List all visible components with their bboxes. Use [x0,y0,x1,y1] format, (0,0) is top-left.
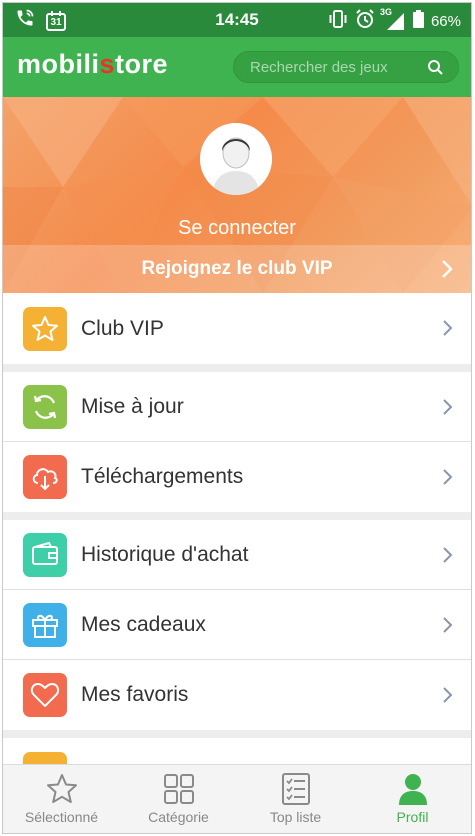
vibrate-icon [328,10,348,32]
chevron-right-icon [442,686,453,709]
app-logo[interactable]: mobilistore [17,49,168,80]
nav-item-selected[interactable]: Sélectionné [3,765,120,833]
menu-item-label: Mise à jour [81,394,184,418]
nav-item-profile[interactable]: Profil [354,765,471,833]
user-avatar-icon [200,123,272,195]
app-header: mobilistore [3,37,471,97]
list-icon [279,772,313,811]
status-bar: 31 14:45 3G 66% [3,3,471,37]
nav-item-top-list[interactable]: Top liste [237,765,354,833]
refresh-icon [23,384,67,429]
menu-item-downloads[interactable]: Téléchargements [3,442,471,512]
nav-item-category[interactable]: Catégorie [120,765,237,833]
vip-join-banner[interactable]: Rejoignez le club VIP [3,245,471,293]
app-frame: 31 14:45 3G 66% mobilistore Rechercher d… [2,2,472,834]
menu-item-updates[interactable]: Mise à jour [3,372,471,442]
vip-join-label: Rejoignez le club VIP [141,258,333,279]
avatar[interactable] [200,123,272,195]
chevron-right-icon [442,546,453,569]
heart-icon [23,673,67,717]
search-icon[interactable] [427,59,444,81]
chevron-right-icon [441,259,453,284]
chevron-right-icon [442,398,453,421]
grid-icon [162,772,196,811]
nav-label: Top liste [269,809,322,825]
profile-banner: Se connecter Rejoignez le club VIP [3,97,471,293]
person-icon [396,772,430,811]
nav-label: Catégorie [148,809,209,825]
chevron-right-icon [442,616,453,639]
nav-label: Sélectionné [24,809,99,825]
menu-item-label: Club VIP [81,316,164,340]
menu-item-club-vip[interactable]: Club VIP [3,293,471,364]
profile-menu: Club VIP Mise à jour Téléchargements His… [3,293,471,778]
menu-item-label: Mes cadeaux [81,612,206,636]
menu-item-gifts[interactable]: Mes cadeaux [3,590,471,660]
gift-icon [23,602,67,647]
battery-level: 66% [430,12,461,30]
chevron-right-icon [442,319,453,342]
cloud-download-icon [23,455,67,499]
star-icon [23,306,67,351]
menu-item-label: Téléchargements [81,465,244,488]
chevron-right-icon [442,468,453,491]
star-outline-icon [45,772,79,811]
menu-item-favorites[interactable]: Mes favoris [3,660,471,730]
signal-icon: 3G [380,7,406,31]
menu-item-label: Historique d'achat [81,542,249,566]
login-link[interactable]: Se connecter [3,217,471,240]
menu-item-label: Mes favoris [81,683,189,706]
search-box[interactable] [233,51,459,83]
bottom-nav: Sélectionné Catégorie Top liste Profil [3,764,471,833]
wallet-icon [23,532,67,577]
nav-label: Profil [396,809,429,825]
menu-item-purchase-history[interactable]: Historique d'achat [3,520,471,590]
search-input[interactable] [248,57,432,77]
alarm-icon [355,9,375,33]
battery-icon [412,10,424,32]
